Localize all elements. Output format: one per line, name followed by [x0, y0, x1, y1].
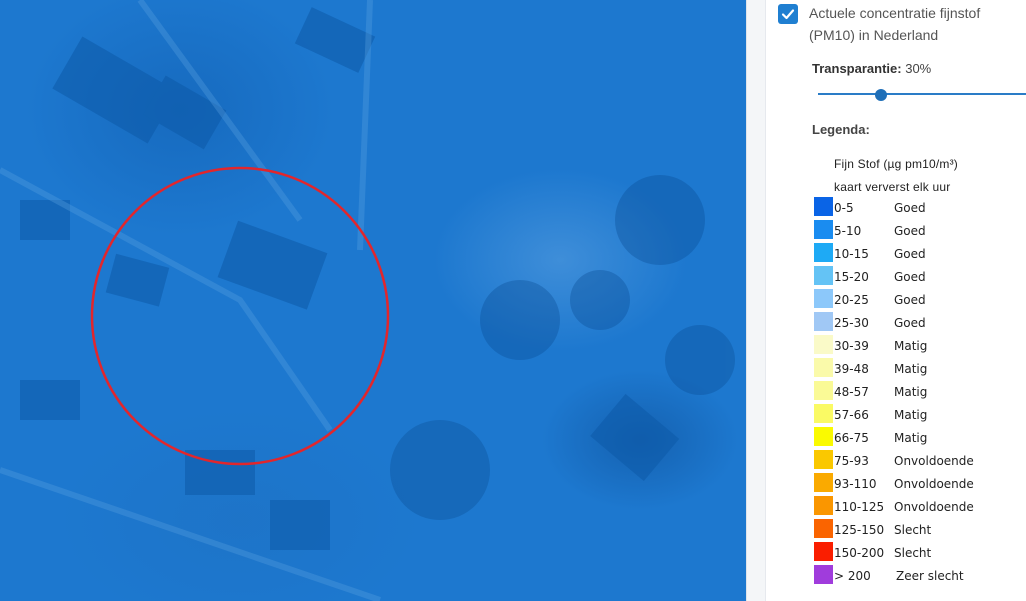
- legend-quality: Matig: [894, 385, 928, 399]
- legend-swatch: [814, 404, 833, 423]
- legend-quality: Slecht: [894, 546, 932, 560]
- legend-swatch: [814, 243, 833, 262]
- legend-swatch: [814, 450, 833, 469]
- layer-title[interactable]: Actuele concentratie fijnstof (PM10) in …: [809, 2, 1019, 46]
- map-view[interactable]: [0, 0, 746, 601]
- layer-panel: Actuele concentratie fijnstof (PM10) in …: [766, 0, 1026, 601]
- legend-swatch: [814, 519, 833, 538]
- legend-quality: Onvoldoende: [894, 500, 974, 514]
- legend-range: 93-110: [834, 477, 877, 491]
- legend-swatch: [814, 381, 833, 400]
- legend-range: 15-20: [834, 270, 869, 284]
- legend-range: 30-39: [834, 339, 869, 353]
- legend-swatch: [814, 220, 833, 239]
- legend-range: 10-15: [834, 247, 869, 261]
- transparency-slider-track[interactable]: [818, 93, 1026, 95]
- legend-quality: Goed: [894, 224, 926, 238]
- legend-swatch: [814, 266, 833, 285]
- legend-unit: Fijn Stof (µg pm10/m³): [834, 157, 959, 171]
- legend-range: 125-150: [834, 523, 885, 537]
- legend-swatch: [814, 473, 833, 492]
- legend-quality: Onvoldoende: [894, 454, 974, 468]
- legend-range: 150-200: [834, 546, 885, 560]
- legend-swatch: [814, 312, 833, 331]
- layer-checkbox[interactable]: [778, 4, 798, 24]
- legend-range: 48-57: [834, 385, 869, 399]
- legend-swatch: [814, 542, 833, 561]
- legend-swatch: [814, 496, 833, 515]
- legend-range: 20-25: [834, 293, 869, 307]
- checkmark-icon: [781, 9, 795, 20]
- legend-range: > 200: [834, 569, 871, 583]
- map-imagery: [0, 0, 735, 601]
- legend-quality: Matig: [894, 362, 928, 376]
- legend-swatch: [814, 289, 833, 308]
- transparency-label: Transparantie: 30%: [812, 61, 931, 76]
- legend-swatch: [814, 427, 833, 446]
- legend-range: 57-66: [834, 408, 869, 422]
- legend-range: 5-10: [834, 224, 862, 238]
- legend-range: 66-75: [834, 431, 869, 445]
- legend-quality: Matig: [894, 431, 928, 445]
- legend-quality: Goed: [894, 316, 926, 330]
- legend-range: 39-48: [834, 362, 869, 376]
- legend-swatch: [814, 335, 833, 354]
- transparency-label-text: Transparantie:: [812, 61, 902, 76]
- legend-quality: Goed: [894, 293, 926, 307]
- legend-quality: Goed: [894, 247, 926, 261]
- transparency-value: 30%: [905, 61, 932, 76]
- legend-refresh-note: kaart ververst elk uur: [834, 180, 951, 194]
- legend-heading: Legenda:: [812, 122, 870, 137]
- legend-range: 110-125: [834, 500, 885, 514]
- legend-swatch: [814, 565, 833, 584]
- legend-quality: Matig: [894, 339, 928, 353]
- legend-quality: Slecht: [894, 523, 932, 537]
- legend-range: 75-93: [834, 454, 869, 468]
- legend-range: 25-30: [834, 316, 869, 330]
- scrollbar[interactable]: [746, 0, 766, 601]
- legend-swatch: [814, 358, 833, 377]
- location-marker-circle: [90, 166, 390, 466]
- legend-quality: Zeer slecht: [896, 569, 964, 583]
- legend-swatch: [814, 197, 833, 216]
- legend-quality: Goed: [894, 201, 926, 215]
- legend-quality: Onvoldoende: [894, 477, 974, 491]
- legend-range: 0-5: [834, 201, 854, 215]
- legend-quality: Goed: [894, 270, 926, 284]
- transparency-slider-handle[interactable]: [875, 89, 887, 101]
- legend-quality: Matig: [894, 408, 928, 422]
